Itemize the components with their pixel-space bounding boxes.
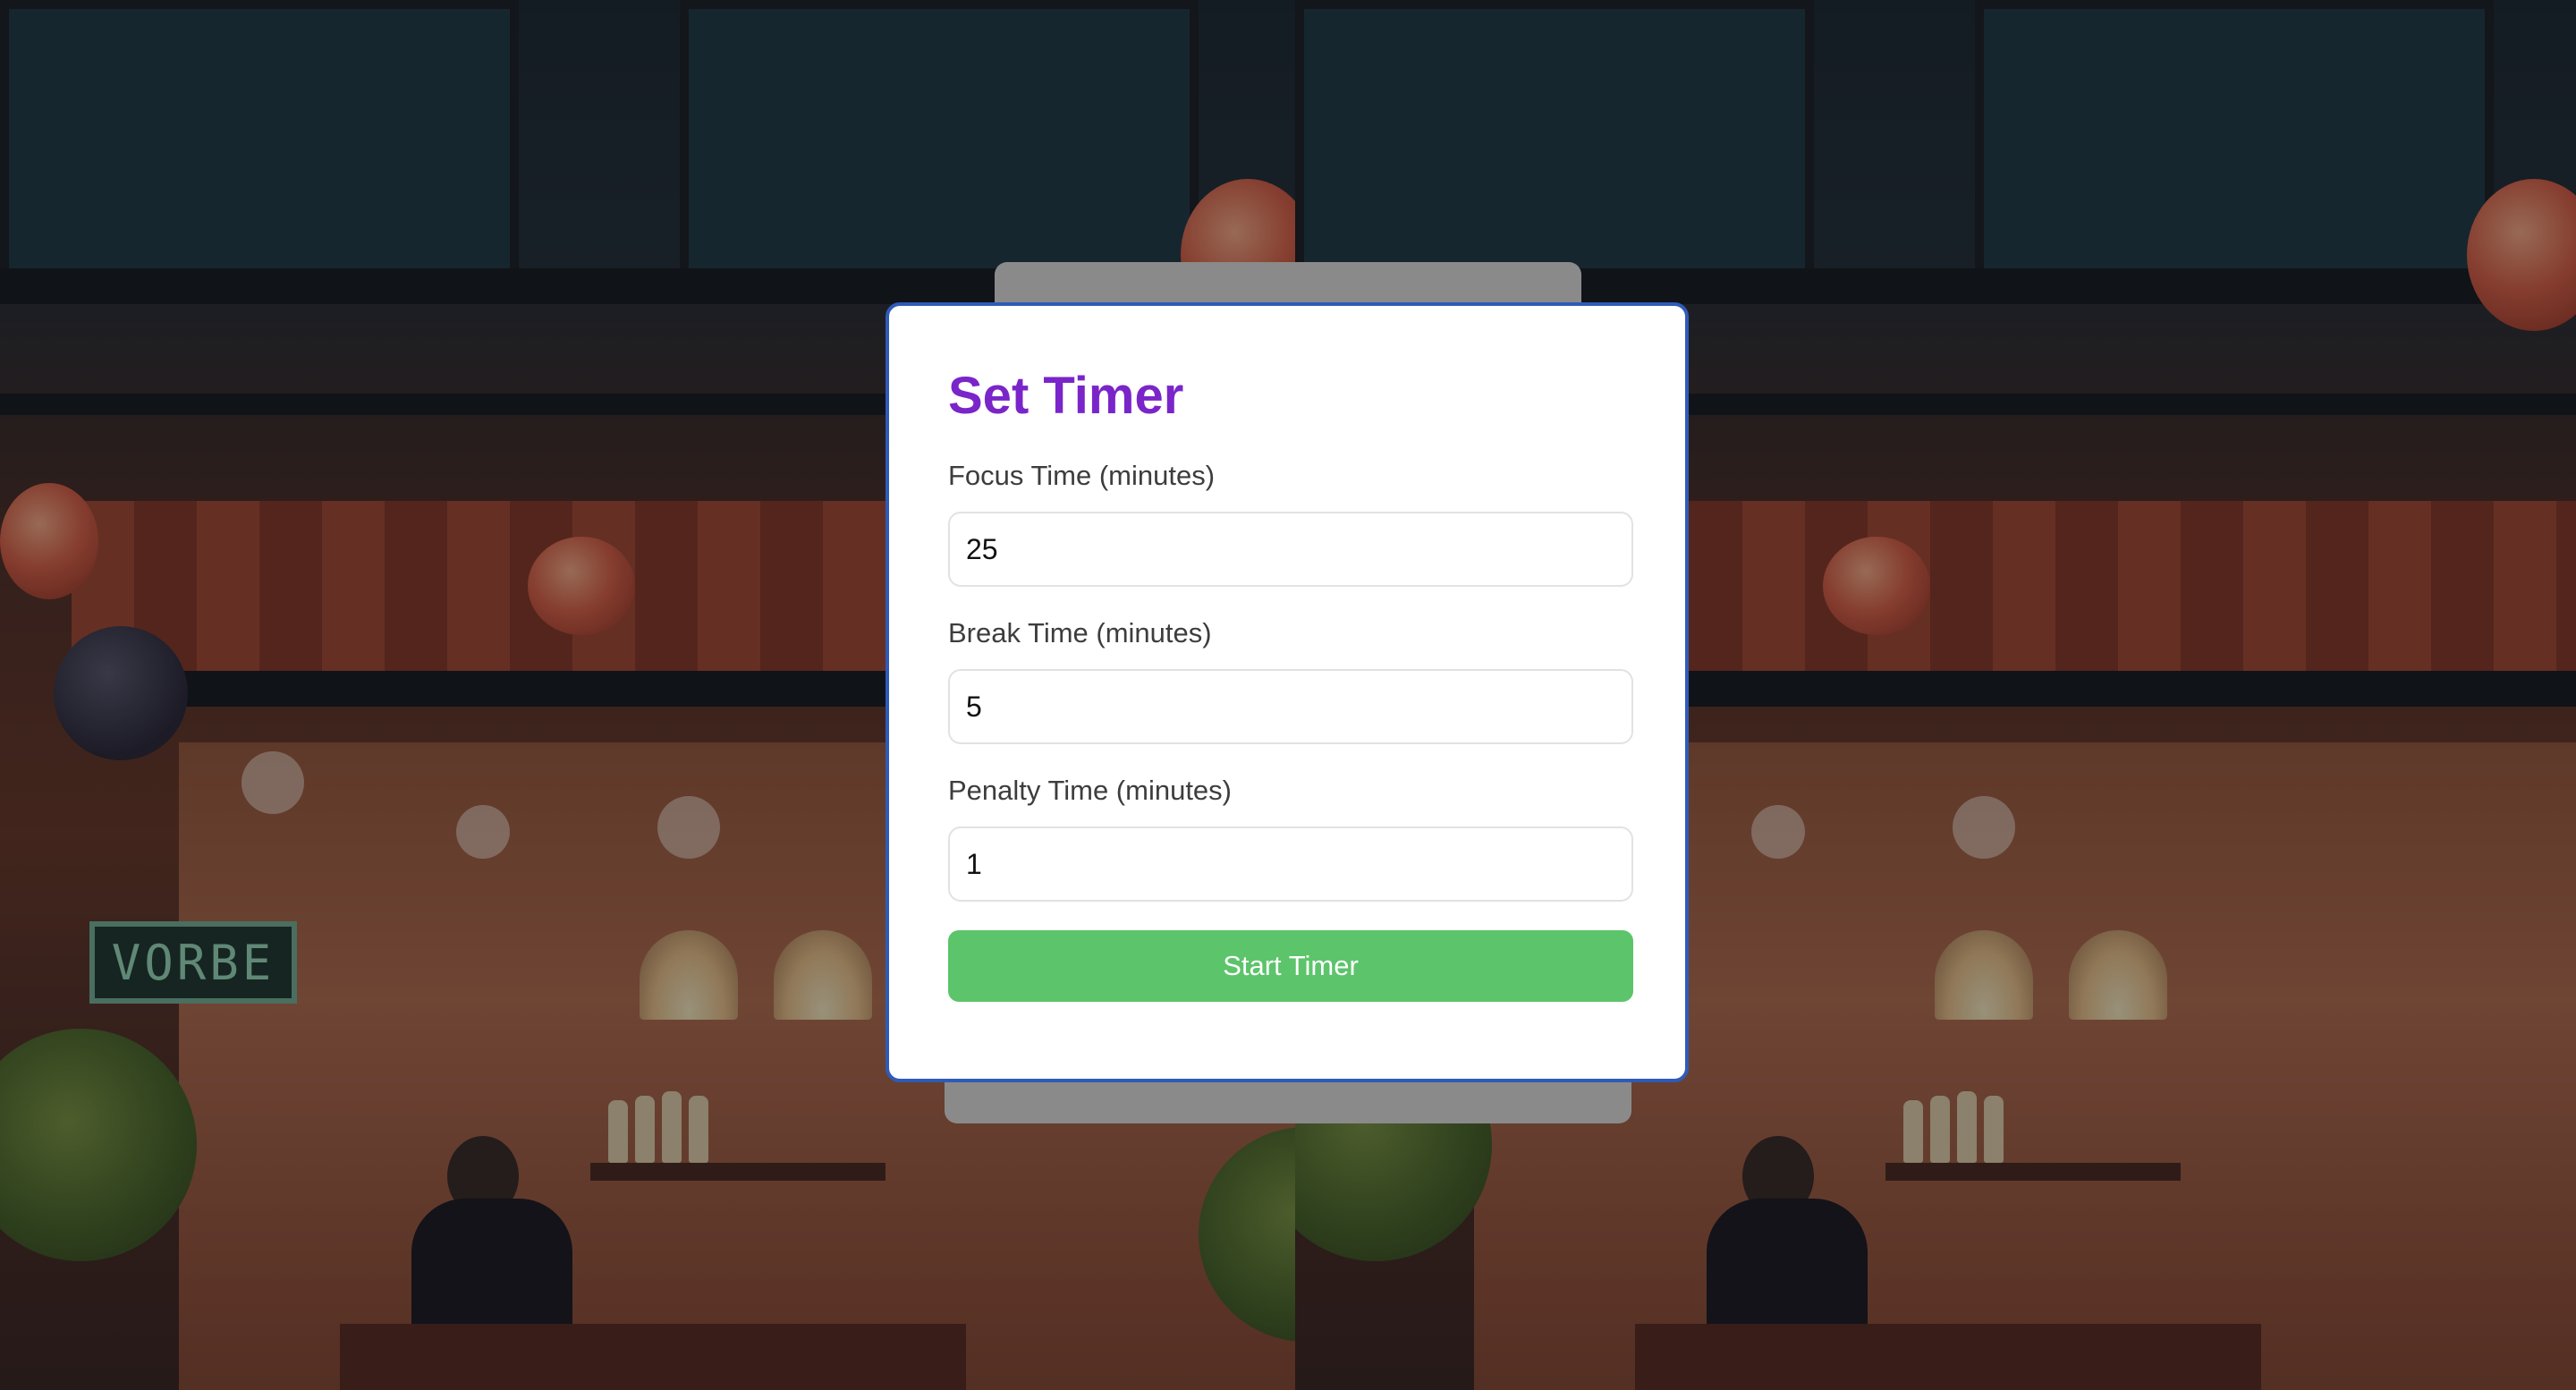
focus-time-label: Focus Time (minutes): [948, 460, 1216, 491]
focus-time-input[interactable]: [948, 512, 1633, 587]
set-timer-modal: Set Timer Focus Time (minutes) Break Tim…: [886, 302, 1689, 1082]
page: VORBE Set Timer Focus Time (minutes) 25 …: [0, 0, 2576, 1390]
break-time-input[interactable]: [948, 669, 1633, 744]
penalty-time-label: Penalty Time (minutes): [948, 775, 1232, 806]
start-timer-button[interactable]: Start Timer: [948, 930, 1633, 1002]
break-time-label: Break Time (minutes): [948, 617, 1212, 648]
modal-title: Set Timer: [948, 367, 1184, 425]
penalty-time-input[interactable]: [948, 826, 1633, 902]
